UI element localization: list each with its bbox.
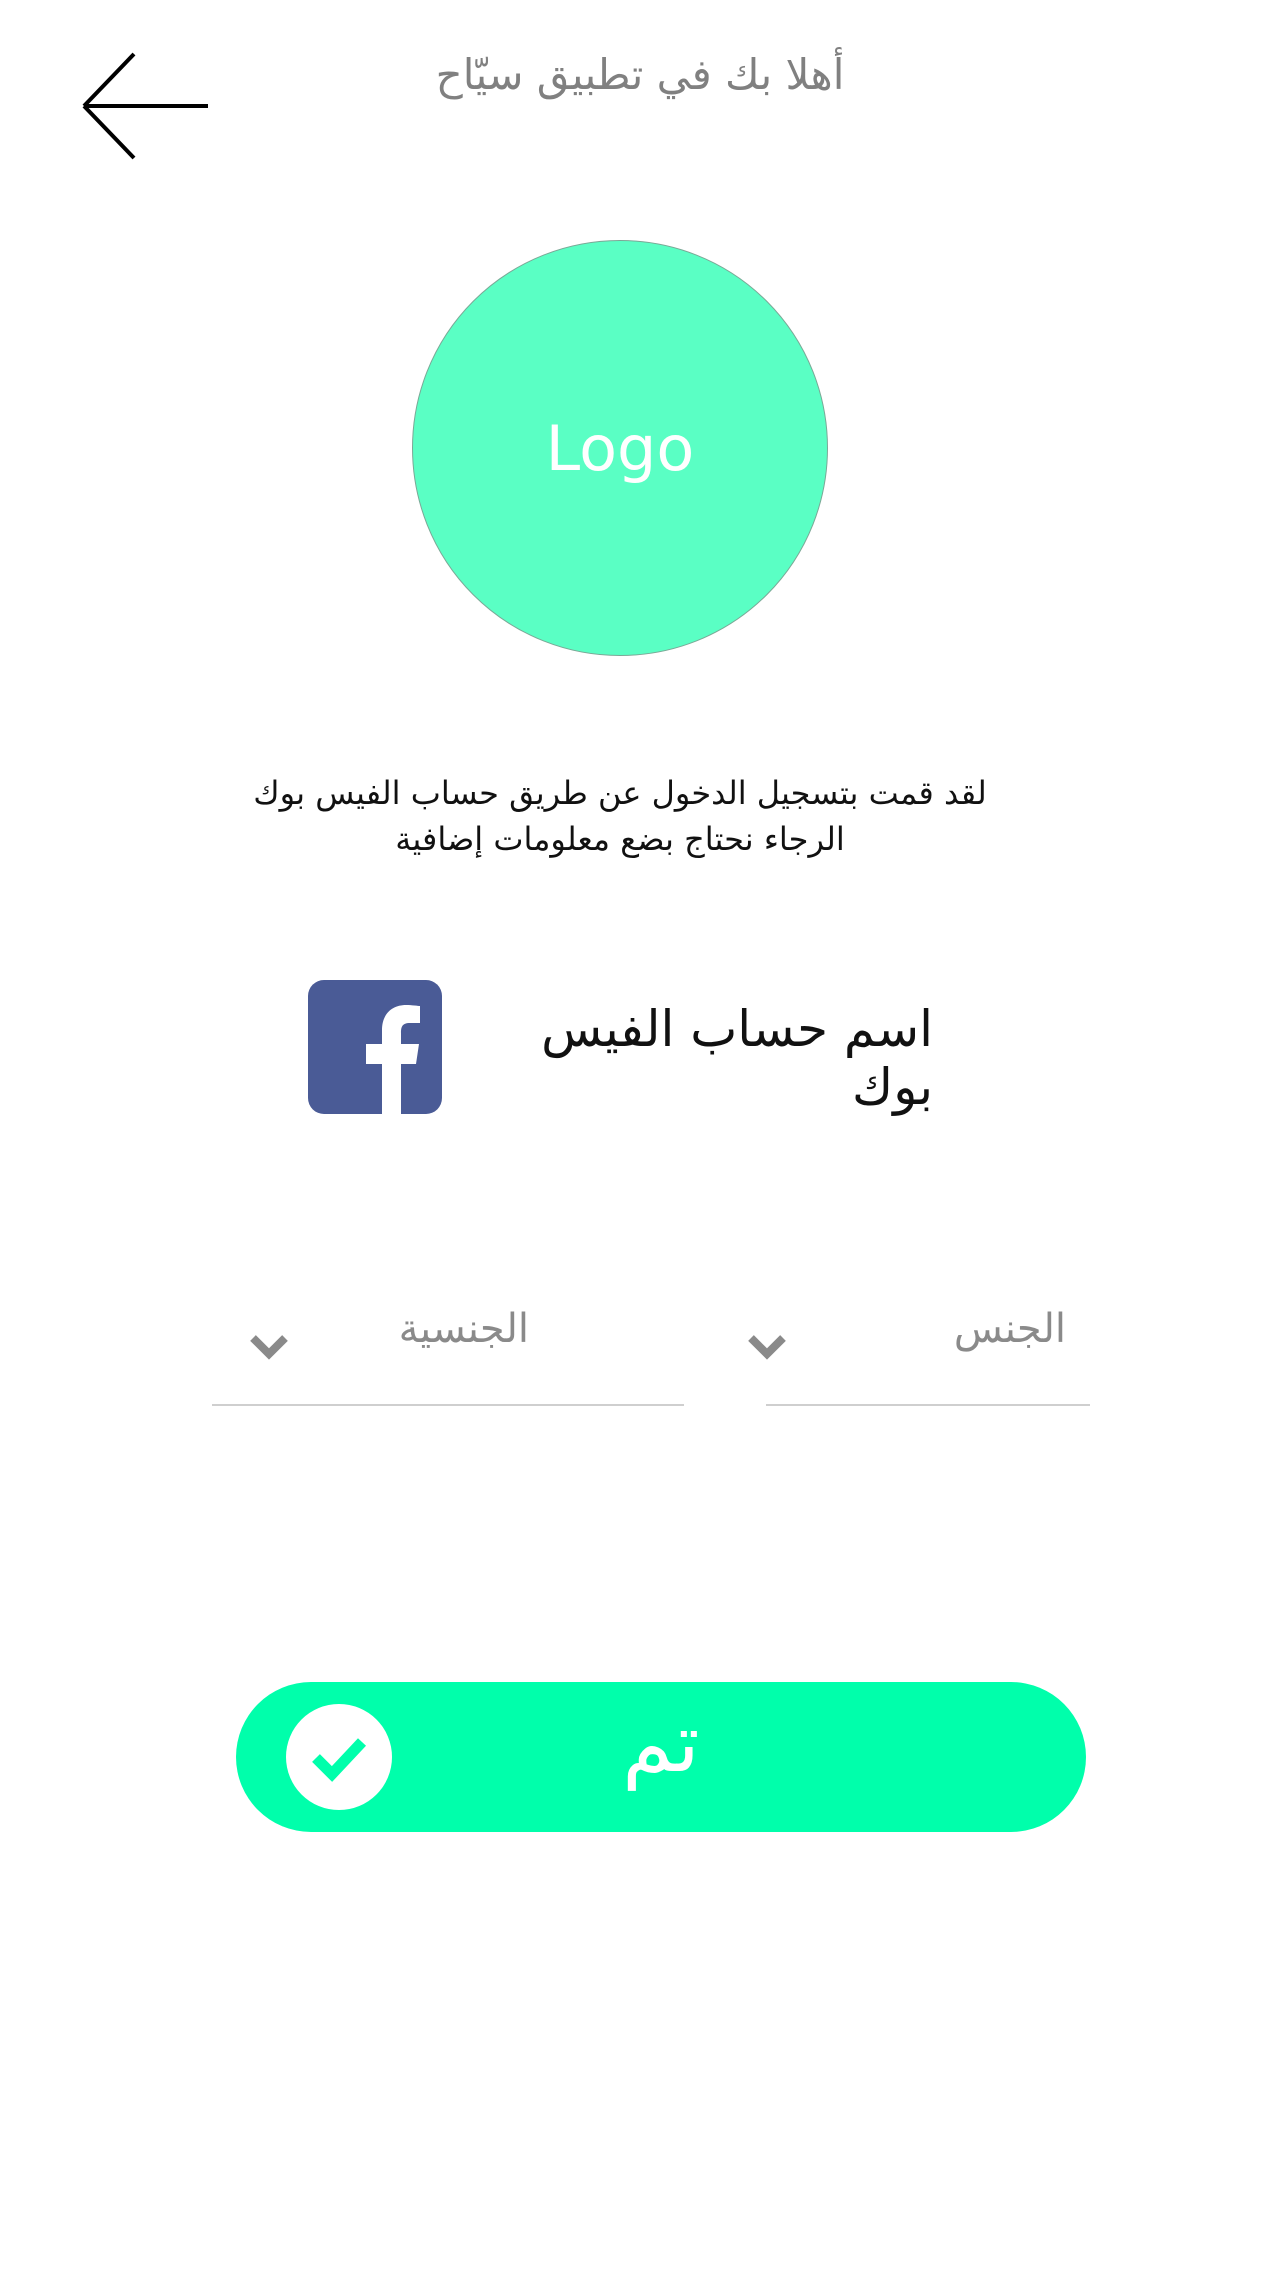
page-title: أهلا بك في تطبيق سيّاح — [435, 50, 845, 99]
gender-label: الجنس — [953, 1306, 1066, 1352]
back-button[interactable] — [78, 50, 214, 162]
signup-screen: أهلا بك في تطبيق سيّاح Logo لقد قمت بتسج… — [0, 0, 1280, 2277]
nationality-underline — [212, 1404, 684, 1406]
gender-select[interactable]: الجنس — [748, 1290, 1090, 1406]
logo-text: Logo — [545, 411, 695, 485]
chevron-down-icon — [248, 1330, 290, 1362]
facebook-account-name: اسم حساب الفيس بوك — [541, 1000, 933, 1116]
info-line-1: لقد قمت بتسجيل الدخول عن طريق حساب الفيس… — [253, 774, 987, 812]
done-button-label: تم — [622, 1696, 700, 1791]
facebook-account: اسم حساب الفيس بوك — [308, 980, 1028, 1116]
chevron-down-icon — [746, 1330, 788, 1362]
done-button[interactable]: تم — [236, 1682, 1086, 1832]
arrow-left-icon — [82, 52, 208, 160]
info-message: لقد قمت بتسجيل الدخول عن طريق حساب الفيس… — [180, 770, 1060, 862]
facebook-icon — [308, 980, 442, 1114]
nationality-select[interactable]: الجنسية — [212, 1290, 684, 1406]
info-line-2: الرجاء نحتاج بضع معلومات إضافية — [395, 820, 845, 858]
app-logo: Logo — [412, 240, 828, 656]
gender-underline — [766, 1404, 1090, 1406]
nationality-label: الجنسية — [398, 1306, 529, 1352]
checkmark-icon — [286, 1704, 392, 1810]
